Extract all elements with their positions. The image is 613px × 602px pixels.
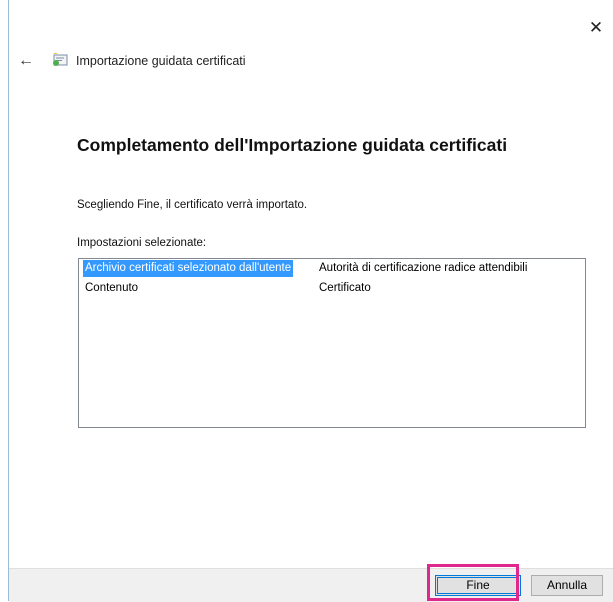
close-icon[interactable]: ✕	[586, 18, 606, 38]
settings-row[interactable]: Archivio certificati selezionato dall'ut…	[79, 259, 585, 279]
settings-list-label: Impostazioni selezionate:	[77, 237, 207, 249]
certificate-icon	[53, 52, 68, 66]
arrow-left-icon[interactable]: ←	[16, 51, 36, 71]
finish-button[interactable]: Fine	[435, 575, 521, 596]
cancel-button[interactable]: Annulla	[531, 575, 603, 596]
settings-row-name[interactable]: Contenuto	[83, 280, 140, 297]
wizard-title: Importazione guidata certificati	[76, 54, 246, 68]
dialog-footer: Fine Annulla	[9, 568, 613, 602]
settings-row[interactable]: Contenuto Certificato	[79, 279, 585, 299]
description-text: Scegliendo Fine, il certificato verrà im…	[77, 199, 308, 211]
cancel-button-label: Annulla	[546, 578, 588, 592]
window-left-border	[8, 0, 9, 601]
settings-listbox[interactable]: Archivio certificati selezionato dall'ut…	[78, 258, 586, 428]
page-heading: Completamento dell'Importazione guidata …	[77, 135, 508, 155]
finish-button-focus-ring	[437, 577, 519, 594]
settings-row-value: Autorità di certificazione radice attend…	[319, 262, 528, 274]
settings-row-value: Certificato	[319, 282, 371, 294]
settings-row-name[interactable]: Archivio certificati selezionato dall'ut…	[83, 260, 294, 277]
